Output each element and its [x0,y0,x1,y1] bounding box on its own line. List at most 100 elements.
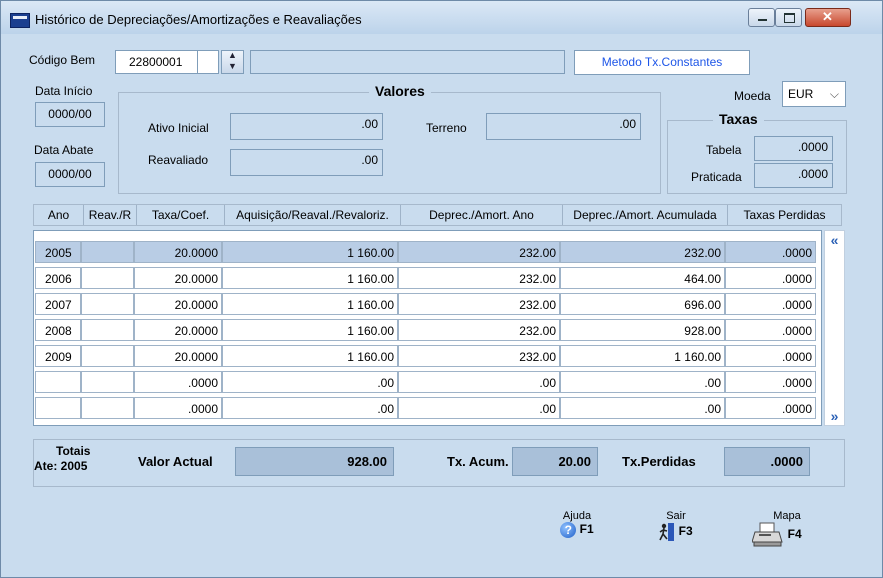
cell-taxa[interactable]: 20.0000 [134,345,222,367]
cell-taxas-perdidas[interactable]: .0000 [725,345,816,367]
cell-reav[interactable] [81,293,134,315]
help-icon: ? [560,522,577,538]
sub-code-input[interactable] [197,50,219,74]
cell-reav[interactable] [81,371,134,393]
cell-taxas-perdidas[interactable]: .0000 [725,267,816,289]
codigo-bem-input[interactable]: 22800001 [115,50,198,74]
scroll-down-icon[interactable]: » [826,408,843,424]
cell-reav[interactable] [81,319,134,341]
cell-taxa[interactable]: 20.0000 [134,319,222,341]
spin-down-icon[interactable]: ▼ [228,61,237,71]
maximize-button[interactable] [775,8,802,27]
terreno-label: Terreno [426,121,467,135]
cell-deprec-ano[interactable]: 232.00 [398,267,560,289]
sair-button[interactable]: Sair F3 [650,510,702,554]
cell-taxas-perdidas[interactable]: .0000 [725,241,816,263]
cell-deprec-ano[interactable]: .00 [398,397,560,419]
col-taxas-perdidas[interactable]: Taxas Perdidas [728,205,841,225]
cell-ano[interactable]: 2009 [35,345,81,367]
tx-perdidas-field: .0000 [724,447,810,476]
cell-deprec-acum[interactable]: 464.00 [560,267,725,289]
window-title: Histórico de Depreciações/Amortizações e… [35,12,362,27]
reavaliado-field: .00 [230,149,383,176]
close-icon: ✕ [822,9,833,24]
cell-aquisicao[interactable]: 1 160.00 [222,293,398,315]
praticada-field: .0000 [754,163,833,188]
metodo-button[interactable]: Metodo Tx.Constantes [574,50,750,75]
mapa-button[interactable]: Mapa F4 [742,510,812,554]
history-grid[interactable]: 2005 20.0000 1 160.00 232.00 232.00.0000 2006… [33,230,822,426]
cell-aquisicao[interactable]: .00 [222,397,398,419]
cell-ano[interactable] [35,371,81,393]
code-spinner[interactable]: ▲ ▼ [221,50,244,74]
spin-up-icon[interactable]: ▲ [228,50,237,60]
col-taxa-coef[interactable]: Taxa/Coef. [137,205,225,225]
totais-label: Totais [56,444,91,458]
cell-deprec-ano[interactable]: 232.00 [398,319,560,341]
cell-reav[interactable] [81,397,134,419]
minimize-button[interactable] [748,8,775,27]
grid-scrollbar[interactable]: « » [824,230,845,426]
cell-aquisicao[interactable]: 1 160.00 [222,267,398,289]
cell-taxa[interactable]: .0000 [134,397,222,419]
cell-deprec-acum[interactable]: 232.00 [560,241,725,263]
minimize-icon [758,19,767,21]
col-aquisicao[interactable]: Aquisição/Reaval./Revaloriz. [225,205,401,225]
cell-taxas-perdidas[interactable]: .0000 [725,319,816,341]
cell-deprec-ano[interactable]: 232.00 [398,241,560,263]
grid-header: Ano Reav./R Taxa/Coef. Aquisição/Reaval.… [33,204,842,226]
data-inicio-label: Data Início [35,84,93,98]
cell-aquisicao[interactable]: 1 160.00 [222,345,398,367]
cell-deprec-ano[interactable]: 232.00 [398,345,560,367]
valores-group: Valores [118,83,661,194]
chevron-down-icon: ⌵ [829,87,839,101]
cell-deprec-acum[interactable]: 696.00 [560,293,725,315]
praticada-label: Praticada [691,170,742,184]
cell-taxas-perdidas[interactable]: .0000 [725,397,816,419]
exit-icon [659,522,675,542]
cell-taxas-perdidas[interactable]: .0000 [725,371,816,393]
close-button[interactable]: ✕ [805,8,851,27]
cell-ano[interactable]: 2005 [35,241,81,263]
cell-taxa[interactable]: .0000 [134,371,222,393]
cell-deprec-acum[interactable]: 1 160.00 [560,345,725,367]
cell-taxas-perdidas[interactable]: .0000 [725,293,816,315]
moeda-label: Moeda [734,89,771,103]
cell-ano[interactable]: 2008 [35,319,81,341]
cell-aquisicao[interactable]: 1 160.00 [222,319,398,341]
cell-taxa[interactable]: 20.0000 [134,241,222,263]
cell-deprec-acum[interactable]: .00 [560,397,725,419]
reavaliado-label: Reavaliado [148,153,209,167]
tx-acum-label: Tx. Acum. [447,454,509,469]
col-deprec-acumulada[interactable]: Deprec./Amort. Acumulada [563,205,728,225]
cell-deprec-ano[interactable]: 232.00 [398,293,560,315]
cell-reav[interactable] [81,267,134,289]
ajuda-button[interactable]: Ajuda ? F1 [552,510,602,554]
col-deprec-ano[interactable]: Deprec./Amort. Ano [401,205,563,225]
moeda-select[interactable]: EUR ⌵ [782,81,846,107]
cell-aquisicao[interactable]: 1 160.00 [222,241,398,263]
tabela-label: Tabela [706,143,742,157]
col-ano[interactable]: Ano [34,205,84,225]
cell-deprec-ano[interactable]: .00 [398,371,560,393]
col-reav[interactable]: Reav./R [84,205,137,225]
totais-ate-label: Ate: 2005 [34,459,88,473]
cell-aquisicao[interactable]: .00 [222,371,398,393]
tx-perdidas-label: Tx.Perdidas [622,454,696,469]
scroll-up-icon[interactable]: « [826,232,843,248]
title-bar[interactable]: Histórico de Depreciações/Amortizações e… [1,1,882,34]
cell-ano[interactable] [35,397,81,419]
cell-deprec-acum[interactable]: 928.00 [560,319,725,341]
cell-deprec-acum[interactable]: .00 [560,371,725,393]
cell-reav[interactable] [81,241,134,263]
data-abate-field: 0000/00 [35,162,105,187]
app-icon[interactable] [10,13,30,28]
moeda-value: EUR [788,87,814,101]
ativo-inicial-label: Ativo Inicial [148,121,209,135]
cell-taxa[interactable]: 20.0000 [134,293,222,315]
printer-icon [751,522,784,548]
cell-reav[interactable] [81,345,134,367]
cell-ano[interactable]: 2007 [35,293,81,315]
cell-taxa[interactable]: 20.0000 [134,267,222,289]
cell-ano[interactable]: 2006 [35,267,81,289]
